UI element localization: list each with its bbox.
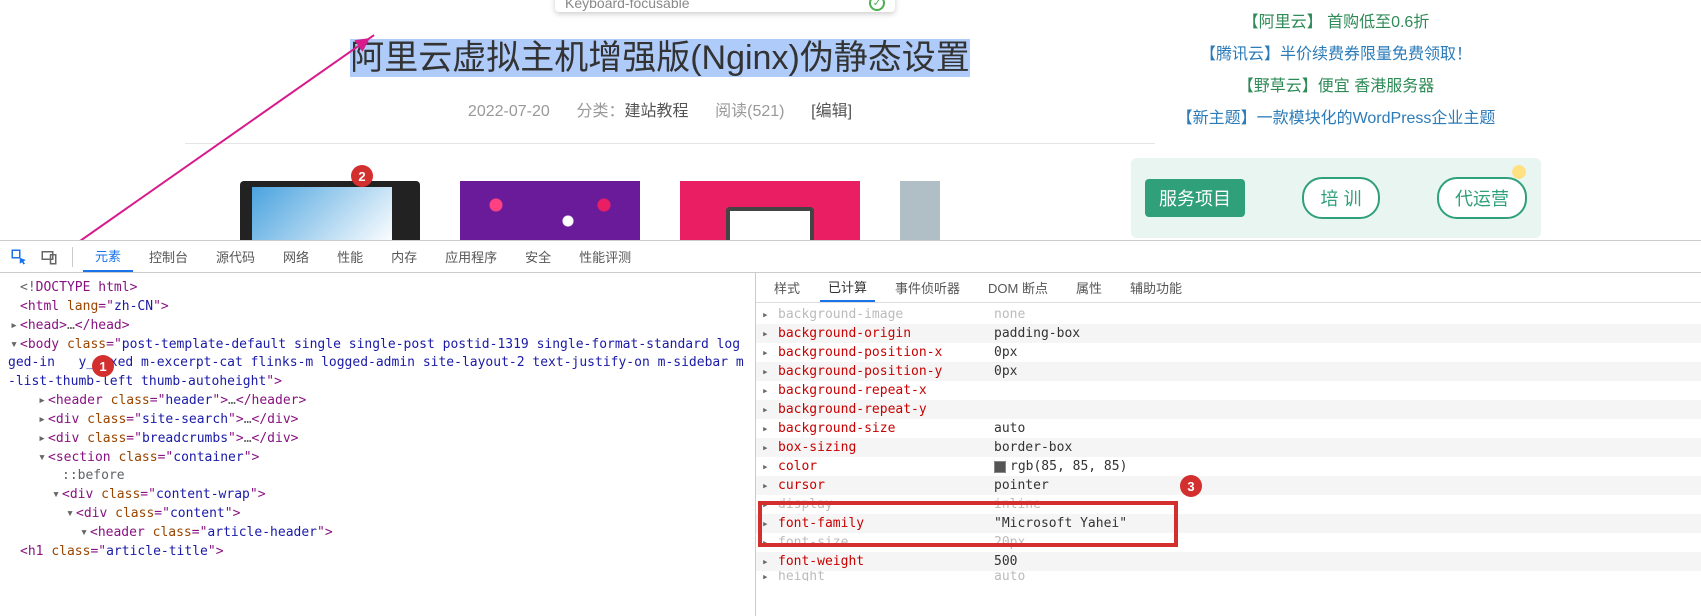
computed-row[interactable]: ▸cursorpointer bbox=[756, 476, 1701, 495]
dom-node[interactable]: ▸<head>…</head> bbox=[8, 317, 747, 336]
inspect-icon[interactable] bbox=[6, 244, 32, 270]
tab-network[interactable]: 网络 bbox=[271, 241, 321, 272]
dom-node[interactable]: ▾<section class="container"> bbox=[8, 449, 747, 468]
dom-node[interactable]: ▾<div class="content-wrap"> bbox=[8, 486, 747, 505]
promo-title: 服务项目 bbox=[1145, 179, 1245, 217]
read-count: 阅读(521) bbox=[715, 103, 784, 120]
tooltip-text: Keyboard-focusable bbox=[565, 0, 690, 11]
annotation-badge-2: 2 bbox=[351, 165, 373, 187]
styles-tab-styles[interactable]: 样式 bbox=[766, 273, 808, 302]
edit-link[interactable]: [编辑] bbox=[811, 103, 852, 120]
tab-performance[interactable]: 性能 bbox=[325, 241, 375, 272]
dom-node[interactable]: ::before bbox=[8, 467, 747, 486]
side-link-4[interactable]: 【新主题】一款模块化的WordPress企业主题 bbox=[1131, 104, 1541, 128]
dom-node[interactable]: ▸<div class="breadcrumbs">…</div> bbox=[8, 430, 747, 449]
divider bbox=[72, 247, 73, 267]
article-rule bbox=[185, 143, 1155, 144]
dom-node[interactable]: ▾<header class="article-header"> bbox=[8, 524, 747, 543]
computed-row[interactable]: ▸font-family"Microsoft Yahei" bbox=[756, 514, 1701, 533]
styles-tab-dom-breakpoints[interactable]: DOM 断点 bbox=[980, 273, 1056, 302]
category-label: 分类： bbox=[576, 103, 624, 120]
computed-properties[interactable]: ▸background-imagenone▸background-originp… bbox=[756, 303, 1701, 616]
computed-row[interactable]: ▸font-weight500 bbox=[756, 552, 1701, 571]
tab-sources[interactable]: 源代码 bbox=[204, 241, 267, 272]
tab-security[interactable]: 安全 bbox=[513, 241, 563, 272]
styles-tab-bar: 样式 已计算 事件侦听器 DOM 断点 属性 辅助功能 bbox=[756, 273, 1701, 303]
computed-row[interactable]: ▸background-position-x0px bbox=[756, 343, 1701, 362]
dom-node[interactable]: <h1 class="article-title"> bbox=[8, 543, 747, 562]
check-icon: ✓ bbox=[869, 0, 885, 11]
dom-node[interactable]: <!DOCTYPE html> bbox=[8, 279, 747, 298]
article-date: 2022-07-20 bbox=[468, 103, 550, 120]
styles-tab-computed[interactable]: 已计算 bbox=[820, 273, 875, 302]
computed-row[interactable]: ▸font-size20px bbox=[756, 533, 1701, 552]
dom-tree[interactable]: <!DOCTYPE html> <html lang="zh-CN">▸<hea… bbox=[0, 273, 756, 616]
computed-row[interactable]: ▸colorrgb(85, 85, 85) bbox=[756, 457, 1701, 476]
side-link-2[interactable]: 【腾讯云】半价续费券限量免费领取！ bbox=[1131, 40, 1541, 64]
computed-row[interactable]: ▸background-repeat-y bbox=[756, 400, 1701, 419]
styles-tab-properties[interactable]: 属性 bbox=[1068, 273, 1110, 302]
computed-row[interactable]: ▸heightauto bbox=[756, 571, 1701, 581]
computed-row[interactable]: ▸displayinline bbox=[756, 495, 1701, 514]
accessibility-tooltip: Keyboard-focusable ✓ bbox=[555, 0, 895, 12]
computed-row[interactable]: ▸background-imagenone bbox=[756, 305, 1701, 324]
tab-console[interactable]: 控制台 bbox=[137, 241, 200, 272]
tab-elements[interactable]: 元素 bbox=[83, 241, 133, 272]
computed-row[interactable]: ▸background-repeat-x bbox=[756, 381, 1701, 400]
computed-row[interactable]: ▸background-originpadding-box bbox=[756, 324, 1701, 343]
article-title-text: 阿里云虚拟主机增强版(Nginx)伪静态设置 bbox=[350, 39, 970, 77]
devtools-tab-bar: 元素 控制台 源代码 网络 性能 内存 应用程序 安全 性能评测 bbox=[0, 241, 1701, 273]
device-icon[interactable] bbox=[36, 244, 62, 270]
lightbulb-icon bbox=[1507, 160, 1531, 184]
computed-row[interactable]: ▸background-sizeauto bbox=[756, 419, 1701, 438]
article-meta: 2022-07-20 分类：建站教程 阅读(521) [编辑] bbox=[175, 97, 1145, 121]
side-link-1[interactable]: 【阿里云】 首购低至0.6折 bbox=[1131, 8, 1541, 32]
category-link[interactable]: 建站教程 bbox=[624, 103, 688, 120]
dom-node-body[interactable]: ▾<body class="post-template-default sing… bbox=[8, 336, 747, 393]
styles-pane: 样式 已计算 事件侦听器 DOM 断点 属性 辅助功能 ▸background-… bbox=[756, 273, 1701, 616]
annotation-badge-3: 3 bbox=[1180, 475, 1202, 497]
dom-node[interactable]: ▾<div class="content"> bbox=[8, 505, 747, 524]
annotation-badge-1: 1 bbox=[92, 355, 114, 377]
dom-node[interactable]: <html lang="zh-CN"> bbox=[8, 298, 747, 317]
sidebar-links: 【阿里云】 首购低至0.6折 【腾讯云】半价续费券限量免费领取！ 【野草云】便宜… bbox=[1131, 0, 1541, 136]
devtools-panel: 元素 控制台 源代码 网络 性能 内存 应用程序 安全 性能评测 <!DOCTY… bbox=[0, 240, 1701, 616]
styles-tab-events[interactable]: 事件侦听器 bbox=[887, 273, 968, 302]
dom-node[interactable]: ▸<div class="site-search">…</div> bbox=[8, 411, 747, 430]
promo-box: 服务项目 培 训 代运营 bbox=[1131, 158, 1541, 238]
tab-memory[interactable]: 内存 bbox=[379, 241, 429, 272]
article-area: Keyboard-focusable ✓ 阿里云虚拟主机增强版(Nginx)伪静… bbox=[175, 0, 1145, 261]
computed-row[interactable]: ▸box-sizingborder-box bbox=[756, 438, 1701, 457]
tab-application[interactable]: 应用程序 bbox=[433, 241, 509, 272]
computed-row[interactable]: ▸background-position-y0px bbox=[756, 362, 1701, 381]
promo-btn-train[interactable]: 培 训 bbox=[1302, 177, 1379, 219]
side-link-3[interactable]: 【野草云】便宜 香港服务器 bbox=[1131, 72, 1541, 96]
dom-node[interactable]: ▸<header class="header">…</header> bbox=[8, 392, 747, 411]
tab-lighthouse[interactable]: 性能评测 bbox=[567, 241, 643, 272]
styles-tab-accessibility[interactable]: 辅助功能 bbox=[1122, 273, 1190, 302]
